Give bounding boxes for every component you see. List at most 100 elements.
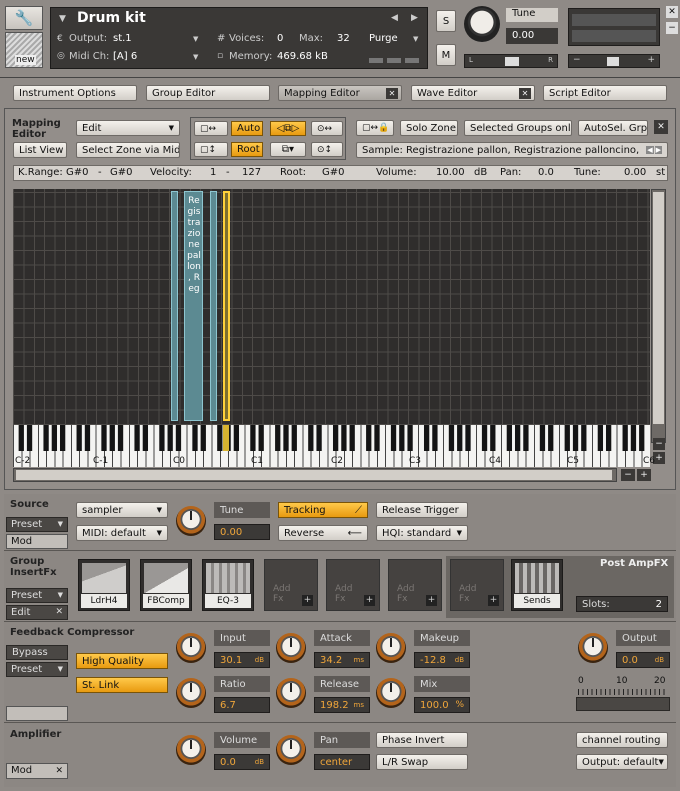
fx-slot-ldrh4[interactable]: LdrH4 — [78, 559, 130, 611]
collapse-arrow-icon[interactable]: ▼ — [59, 14, 66, 24]
piano-black-key[interactable] — [167, 425, 173, 451]
tune-value[interactable]: 0.00 — [624, 167, 646, 178]
piano-black-key[interactable] — [366, 425, 372, 451]
pan-slider[interactable]: L R — [464, 54, 558, 68]
ratio-value[interactable]: 6.7 — [214, 697, 270, 713]
purge-menu[interactable]: Purge — [369, 33, 398, 44]
post-fx-slots[interactable]: Slots: 2 — [576, 596, 668, 612]
compressor-preset-dropdown[interactable]: Preset ▼ — [6, 662, 68, 677]
output-value[interactable]: st.1 — [113, 33, 132, 44]
piano-black-key[interactable] — [26, 425, 33, 451]
source-tune-value[interactable]: 0.00 — [214, 524, 270, 540]
piano-black-key[interactable] — [572, 425, 579, 451]
channel-routing-button[interactable]: channel routing — [576, 732, 668, 748]
piano-black-key[interactable] — [43, 425, 49, 451]
expand-vertical-button[interactable]: ▢↕ — [194, 142, 228, 157]
attack-knob[interactable] — [276, 633, 306, 663]
amp-output-dropdown[interactable]: Output: default ▼ — [576, 754, 668, 770]
lr-swap-button[interactable]: L/R Swap — [376, 754, 468, 770]
piano-black-key[interactable] — [630, 425, 637, 451]
purge-dropdown-icon[interactable]: ▼ — [413, 35, 418, 43]
fx-slot-empty-2[interactable]: Add Fx + — [326, 559, 380, 611]
piano-black-key[interactable] — [308, 425, 314, 451]
sample-prev-icon[interactable]: ◀ — [646, 146, 654, 154]
lock-zone-button[interactable]: ▢↔🔒 — [356, 120, 394, 136]
piano-black-key[interactable] — [514, 425, 521, 451]
amp-pan-value[interactable]: center — [314, 754, 370, 770]
root-value[interactable]: G#0 — [322, 167, 345, 178]
sample-selector[interactable]: Sample: Registrazione pallon, Registrazi… — [356, 142, 668, 158]
prev-instrument-icon[interactable]: ◀ — [391, 13, 398, 23]
max-value[interactable]: 32 — [337, 33, 350, 44]
piano-black-key[interactable] — [134, 425, 140, 451]
grid-horizontal-thumb[interactable] — [16, 470, 612, 480]
piano-black-key[interactable] — [523, 425, 529, 451]
piano-black-key[interactable] — [639, 425, 645, 451]
piano-black-key[interactable] — [341, 425, 347, 451]
tab-script-editor[interactable]: Script Editor — [543, 85, 667, 101]
group-fx-preset-dropdown[interactable]: Preset ▼ — [6, 588, 68, 603]
link-horizontal-button[interactable]: ⊙↔ — [311, 121, 343, 136]
piano-black-key[interactable] — [159, 425, 165, 451]
volume-value[interactable]: 10.00 — [436, 167, 465, 178]
piano-black-key[interactable] — [192, 425, 198, 451]
piano-black-key[interactable] — [481, 425, 488, 451]
wrench-button[interactable]: 🔧 — [5, 6, 43, 30]
grid-zoom-plus-h-icon[interactable]: + — [637, 469, 651, 481]
grid-horizontal-scrollbar[interactable] — [13, 468, 617, 482]
piano-black-key[interactable] — [448, 425, 455, 451]
list-view-button[interactable]: List View — [13, 142, 67, 158]
piano-black-key[interactable] — [490, 425, 496, 451]
piano-black-key[interactable] — [291, 425, 297, 451]
expand-horizontal-button[interactable]: ▢↔ — [194, 121, 228, 136]
auto-button[interactable]: Auto — [231, 121, 263, 136]
source-mod-tab[interactable]: Mod — [6, 534, 68, 549]
krange-from[interactable]: G#0 — [66, 167, 89, 178]
makeup-knob[interactable] — [376, 633, 406, 663]
high-quality-button[interactable]: High Quality — [76, 653, 168, 669]
add-fx-plus-icon[interactable]: + — [488, 595, 499, 606]
fx-slot-eq3[interactable]: EQ-3 — [202, 559, 254, 611]
edit-menu[interactable]: Edit ▼ — [76, 120, 180, 136]
piano-black-key[interactable] — [457, 425, 463, 451]
piano-black-key[interactable] — [465, 425, 471, 451]
volume-slider[interactable]: − + — [568, 54, 660, 68]
source-tune-knob[interactable] — [176, 506, 206, 536]
add-fx-plus-icon[interactable]: + — [364, 595, 375, 606]
grid-zoom-minus-v-icon[interactable]: − — [653, 438, 665, 450]
piano-black-key[interactable] — [423, 425, 430, 451]
velocity-from[interactable]: 1 — [210, 167, 216, 178]
sample-next-icon[interactable]: ▶ — [654, 146, 662, 154]
zone-block-1[interactable] — [171, 191, 178, 421]
close-wave-editor-icon[interactable]: ✕ — [519, 88, 531, 99]
piano-black-key[interactable] — [258, 425, 264, 451]
grid-zoom-minus-h-icon[interactable]: − — [621, 469, 635, 481]
piano-black-key[interactable] — [374, 425, 380, 451]
reverse-button[interactable]: Reverse ⟵ — [278, 525, 368, 541]
velocity-to[interactable]: 127 — [242, 167, 261, 178]
output-knob[interactable] — [578, 633, 608, 663]
volume-handle[interactable] — [607, 57, 619, 66]
makeup-value[interactable]: -12.8 dB — [414, 652, 470, 668]
piano-black-keys[interactable] — [13, 425, 650, 451]
fx-slot-fbcomp[interactable]: FBComp — [140, 559, 192, 611]
solo-button[interactable]: S — [436, 10, 456, 32]
piano-black-key[interactable] — [597, 425, 604, 451]
link-vertical-button[interactable]: ⊙↕ — [311, 142, 343, 157]
close-mapping-editor-icon[interactable]: ✕ — [386, 88, 398, 99]
piano-black-key[interactable] — [622, 425, 628, 451]
group-fx-edit-tab[interactable]: Edit ✕ — [6, 605, 68, 620]
attack-value[interactable]: 34.2 ms — [314, 652, 370, 668]
mix-value[interactable]: 100.0% — [414, 697, 470, 713]
amp-pan-knob[interactable] — [276, 735, 306, 765]
post-fx-slot-empty[interactable]: Add Fx + — [450, 559, 504, 611]
zone-block-3[interactable] — [210, 191, 217, 421]
next-instrument-icon[interactable]: ▶ — [411, 13, 418, 23]
piano-black-key[interactable] — [233, 425, 240, 451]
grid-vertical-scrollbar[interactable] — [651, 189, 666, 443]
piano-black-key[interactable] — [217, 425, 223, 451]
piano-black-key[interactable] — [506, 425, 513, 451]
tab-instrument-options[interactable]: Instrument Options — [13, 85, 137, 101]
midi-value[interactable]: [A] 6 — [113, 51, 137, 62]
mix-knob[interactable] — [376, 678, 406, 708]
